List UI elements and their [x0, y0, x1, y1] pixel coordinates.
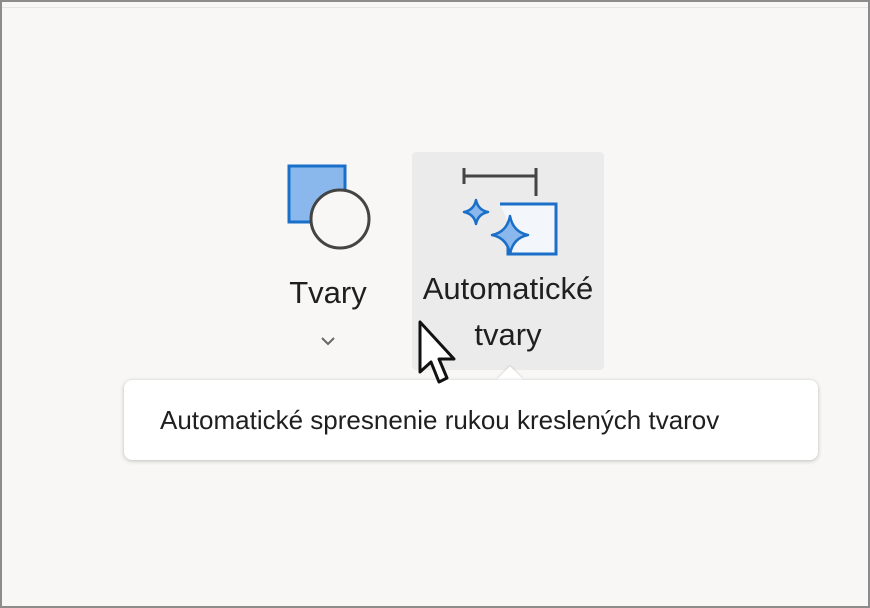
tooltip-text: Automatické spresnenie rukou kreslených …: [160, 404, 720, 435]
auto-shapes-label-line1: Automatické: [422, 271, 594, 306]
tooltip-body: Automatické spresnenie rukou kreslených …: [124, 380, 818, 460]
auto-shapes-icon: [462, 168, 558, 256]
shapes-label: Tvary: [289, 275, 367, 310]
chevron-down-icon[interactable]: [318, 334, 338, 348]
tooltip: Automatické spresnenie rukou kreslených …: [124, 366, 820, 464]
mouse-pointer-icon: [418, 320, 456, 384]
top-divider: [2, 7, 868, 8]
window-frame: Tvary Automatické tvary Automatické spre…: [0, 0, 870, 608]
shapes-button[interactable]: Tvary: [278, 152, 378, 370]
shapes-icon: [287, 164, 371, 250]
